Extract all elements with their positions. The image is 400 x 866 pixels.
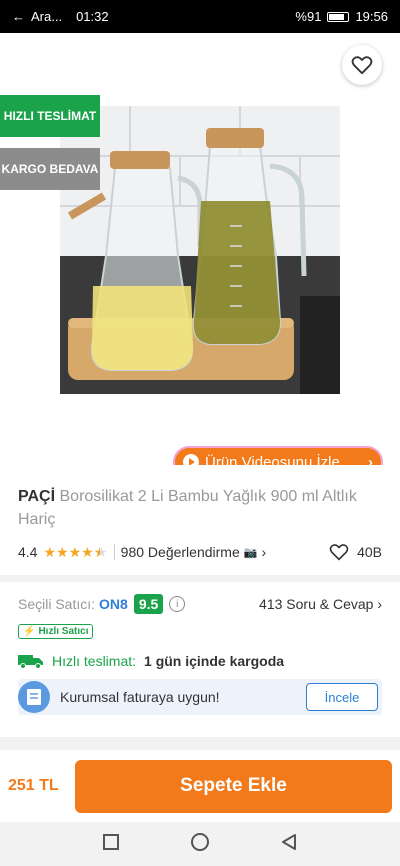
invoice-text: Kurumsal faturaya uygun! <box>60 689 220 705</box>
inspect-button[interactable]: İncele <box>306 683 378 711</box>
recent-apps-button[interactable] <box>102 833 120 856</box>
rocket-icon: ⚡ <box>23 626 36 637</box>
truck-icon <box>18 655 43 669</box>
price: 251 TL <box>8 777 59 794</box>
battery-icon <box>327 11 350 22</box>
square-icon <box>103 833 119 850</box>
seller-section: Seçili Satıcı: ON8 9.5 i 413 Soru & Ceva… <box>0 582 400 737</box>
delivery-row: Hızlı teslimat: 1 gün içinde kargoda <box>18 653 382 669</box>
arrow-left-icon <box>20 54 42 74</box>
divider <box>113 544 115 560</box>
share-icon <box>290 52 312 76</box>
home-button[interactable] <box>190 832 210 857</box>
invoice-banner: Kurumsal faturaya uygun! İncele <box>18 679 382 715</box>
status-bar: ← Ara... 01:32 %91 19:56 <box>0 0 400 33</box>
status-time-left: 01:32 <box>76 9 109 24</box>
free-shipping-badge: KARGO BEDAVA <box>0 148 100 190</box>
share-button[interactable] <box>288 51 316 79</box>
rating-row: 4.4 ★★★★★★ 980 Değerlendirme 📷 › 40B <box>18 543 382 561</box>
back-button[interactable] <box>18 51 46 79</box>
fast-seller-badge: ⚡ Hızlı Satıcı <box>18 624 94 639</box>
likes-button[interactable]: 40B <box>329 543 382 561</box>
product-image[interactable] <box>60 106 340 394</box>
heart-outline-icon <box>329 544 349 561</box>
product-name: Borosilikat 2 Li Bambu Yağlık 900 ml Alt… <box>18 488 357 528</box>
reviews-link[interactable]: 980 Değerlendirme 📷 › <box>121 544 266 560</box>
delivery-value: 1 gün içinde kargoda <box>144 653 285 669</box>
add-to-cart-button[interactable]: Sepete Ekle <box>75 759 392 813</box>
battery-percent: %91 <box>295 9 322 24</box>
fast-delivery-badge: HIZLI TESLİMAT <box>0 95 100 137</box>
fast-seller-label: Hızlı Satıcı <box>38 626 89 637</box>
info-icon[interactable]: i <box>169 596 186 612</box>
delivery-label: Hızlı teslimat: <box>52 653 137 669</box>
circle-icon <box>191 832 209 851</box>
reviews-count: 980 Değerlendirme <box>120 544 240 560</box>
product-brand[interactable]: PAÇİ <box>18 488 55 505</box>
seller-score-badge: 9.5 <box>133 594 164 614</box>
likes-count: 40B <box>357 544 382 560</box>
back-nav-button[interactable] <box>280 833 298 856</box>
back-arrow-icon[interactable]: ← <box>12 9 25 24</box>
rating-value: 4.4 <box>18 544 38 560</box>
questions-link[interactable]: 413 Soru & Cevap › <box>259 596 382 612</box>
product-info: PAÇİ Borosilikat 2 Li Bambu Yağlık 900 m… <box>0 465 400 575</box>
questions-count: 413 Soru & Cevap <box>259 596 374 612</box>
status-clock: 19:56 <box>355 9 388 24</box>
star-rating-icon: ★★★★★★ <box>43 543 108 560</box>
system-nav-bar <box>0 822 400 866</box>
seller-name-link[interactable]: ON8 <box>99 596 128 612</box>
favorite-button[interactable] <box>342 45 382 85</box>
invoice-icon <box>18 681 50 713</box>
bottom-bar: 251 TL Sepete Ekle <box>0 750 400 822</box>
chevron-right-icon: › <box>261 544 267 560</box>
seller-label: Seçili Satıcı: <box>18 596 96 612</box>
product-title: PAÇİ Borosilikat 2 Li Bambu Yağlık 900 m… <box>18 485 382 531</box>
camera-icon: 📷 <box>243 546 258 559</box>
product-hero: HIZLI TESLİMAT KARGO BEDAVA <box>0 33 400 465</box>
triangle-back-icon <box>282 833 296 850</box>
heart-icon <box>351 56 373 75</box>
back-app-label[interactable]: Ara... <box>31 9 62 24</box>
